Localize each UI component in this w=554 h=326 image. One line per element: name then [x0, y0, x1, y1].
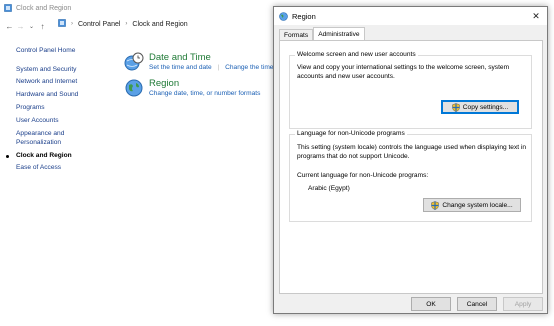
dialog-titlebar: Region ✕ — [274, 7, 547, 25]
category-region: Region Change date, time, or number form… — [124, 78, 260, 98]
sidebar-item-system-security[interactable]: System and Security — [16, 66, 126, 75]
category-date-time: Date and Time Set the time and date | Ch… — [124, 52, 273, 72]
welcome-screen-group: Welcome screen and new user accounts Vie… — [289, 51, 532, 129]
link-change-formats[interactable]: Change date, time, or number formats — [149, 90, 260, 97]
group-description: This setting (system locale) controls th… — [297, 144, 527, 160]
dropdown-icon[interactable]: ⌄ — [26, 20, 37, 32]
sidebar-item-network[interactable]: Network and Internet — [16, 78, 126, 87]
group-legend: Language for non-Unicode programs — [295, 130, 407, 137]
sidebar-item-hardware[interactable]: Hardware and Sound — [16, 91, 126, 100]
tab-strip: Formats Administrative — [279, 27, 365, 40]
administrative-panel: Welcome screen and new user accounts Vie… — [279, 40, 543, 294]
close-icon[interactable]: ✕ — [530, 10, 542, 22]
breadcrumb-item[interactable]: Clock and Region — [132, 21, 187, 28]
link-set-time-date[interactable]: Set the time and date — [149, 64, 212, 71]
window-title: Clock and Region — [16, 4, 72, 12]
up-arrow-icon[interactable]: ↑ — [37, 20, 48, 32]
change-system-locale-button[interactable]: Change system locale... — [423, 198, 521, 212]
sidebar: Control Panel Home System and Security N… — [6, 47, 126, 177]
apply-button: Apply — [503, 297, 543, 311]
current-language-value: Arabic (Egypt) — [308, 185, 350, 192]
sidebar-item-ease-of-access[interactable]: Ease of Access — [16, 164, 126, 173]
sidebar-item-appearance[interactable]: Appearance and Personalization — [16, 130, 76, 147]
non-unicode-group: Language for non-Unicode programs This s… — [289, 130, 532, 222]
group-description: View and copy your international setting… — [297, 64, 510, 80]
sidebar-item-home[interactable]: Control Panel Home — [16, 47, 126, 56]
ok-button[interactable]: OK — [411, 297, 451, 311]
control-panel-icon — [4, 4, 12, 12]
region-globe-icon — [124, 78, 144, 98]
current-language-label: Current language for non-Unicode program… — [297, 172, 429, 179]
sidebar-item-clock-region: Clock and Region — [6, 152, 126, 161]
address-breadcrumb: › Control Panel › Clock and Region — [58, 19, 188, 29]
chevron-right-icon: › — [125, 21, 128, 27]
shield-icon — [452, 102, 460, 112]
region-globe-icon — [279, 11, 288, 21]
forward-arrow-icon[interactable]: → — [15, 20, 26, 32]
tab-administrative[interactable]: Administrative — [313, 27, 365, 40]
copy-settings-label: Copy settings... — [462, 103, 509, 111]
group-legend: Welcome screen and new user accounts — [295, 51, 418, 58]
control-panel-icon — [58, 19, 66, 29]
copy-settings-button[interactable]: Copy settings... — [441, 100, 519, 114]
category-title-date-time[interactable]: Date and Time — [149, 52, 273, 63]
sidebar-item-user-accounts[interactable]: User Accounts — [16, 117, 126, 126]
tab-formats[interactable]: Formats — [279, 29, 314, 40]
clock-globe-icon — [124, 52, 144, 72]
link-separator: | — [217, 64, 220, 71]
change-system-locale-label: Change system locale... — [442, 201, 513, 209]
region-dialog: Region ✕ Formats Administrative Welcome … — [273, 6, 548, 314]
cancel-button[interactable]: Cancel — [457, 297, 497, 311]
breadcrumb-item[interactable]: Control Panel — [78, 21, 120, 28]
chevron-right-icon: › — [71, 21, 73, 27]
category-title-region[interactable]: Region — [149, 78, 260, 89]
dialog-title: Region — [292, 11, 316, 21]
back-arrow-icon[interactable]: ← — [4, 20, 15, 32]
sidebar-item-programs[interactable]: Programs — [16, 104, 126, 113]
shield-icon — [431, 200, 440, 210]
link-change-time[interactable]: Change the time — [225, 64, 273, 71]
